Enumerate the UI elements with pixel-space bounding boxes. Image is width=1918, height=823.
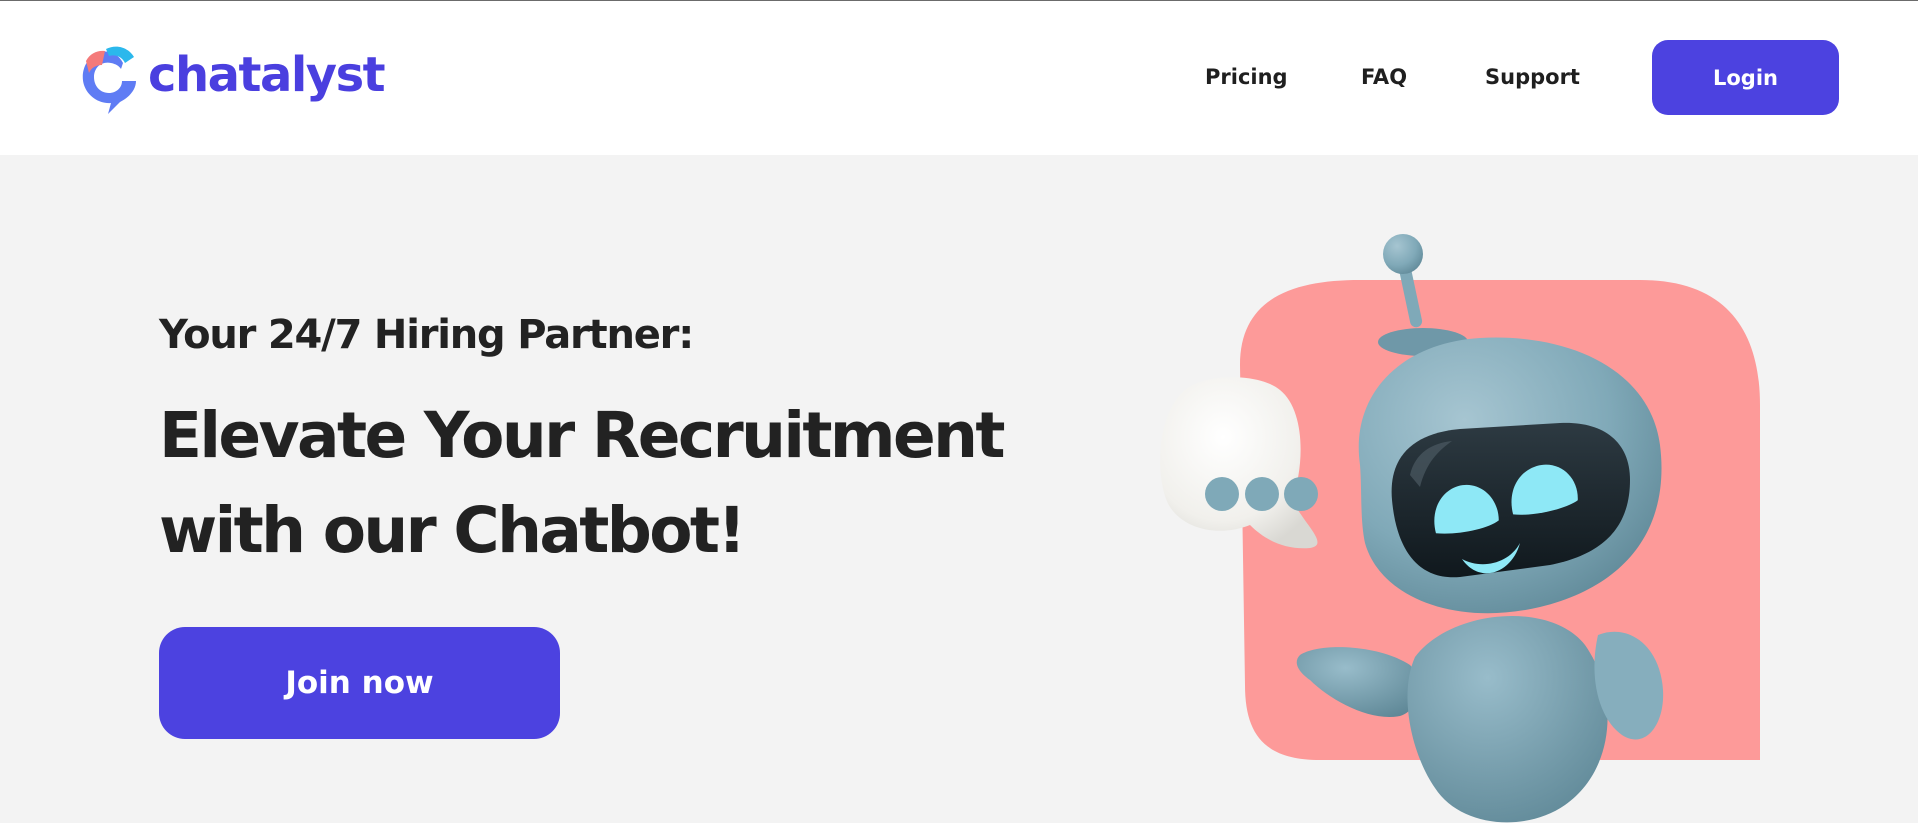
headline-line-2: with our Chatbot! xyxy=(159,494,746,567)
login-button[interactable]: Login xyxy=(1652,40,1839,115)
nav-support-link[interactable]: Support xyxy=(1485,40,1580,114)
site-header: chatalyst Pricing FAQ Support Login xyxy=(0,1,1918,155)
nav-faq-link[interactable]: FAQ xyxy=(1361,40,1407,114)
hero-eyebrow: Your 24/7 Hiring Partner: xyxy=(159,312,694,358)
nav-pricing-link[interactable]: Pricing xyxy=(1205,40,1288,114)
chatalyst-logo-icon xyxy=(82,46,136,114)
hero-headline: Elevate Your Recruitment with our Chatbo… xyxy=(159,388,1005,578)
brand-home-link[interactable]: chatalyst xyxy=(78,39,386,119)
robot-chatbot-illustration xyxy=(1160,234,1760,823)
landing-page: chatalyst Pricing FAQ Support Login Your… xyxy=(0,0,1918,823)
headline-line-1: Elevate Your Recruitment xyxy=(159,399,1005,472)
brand-name: chatalyst xyxy=(148,47,386,103)
join-now-button[interactable]: Join now xyxy=(159,627,560,739)
